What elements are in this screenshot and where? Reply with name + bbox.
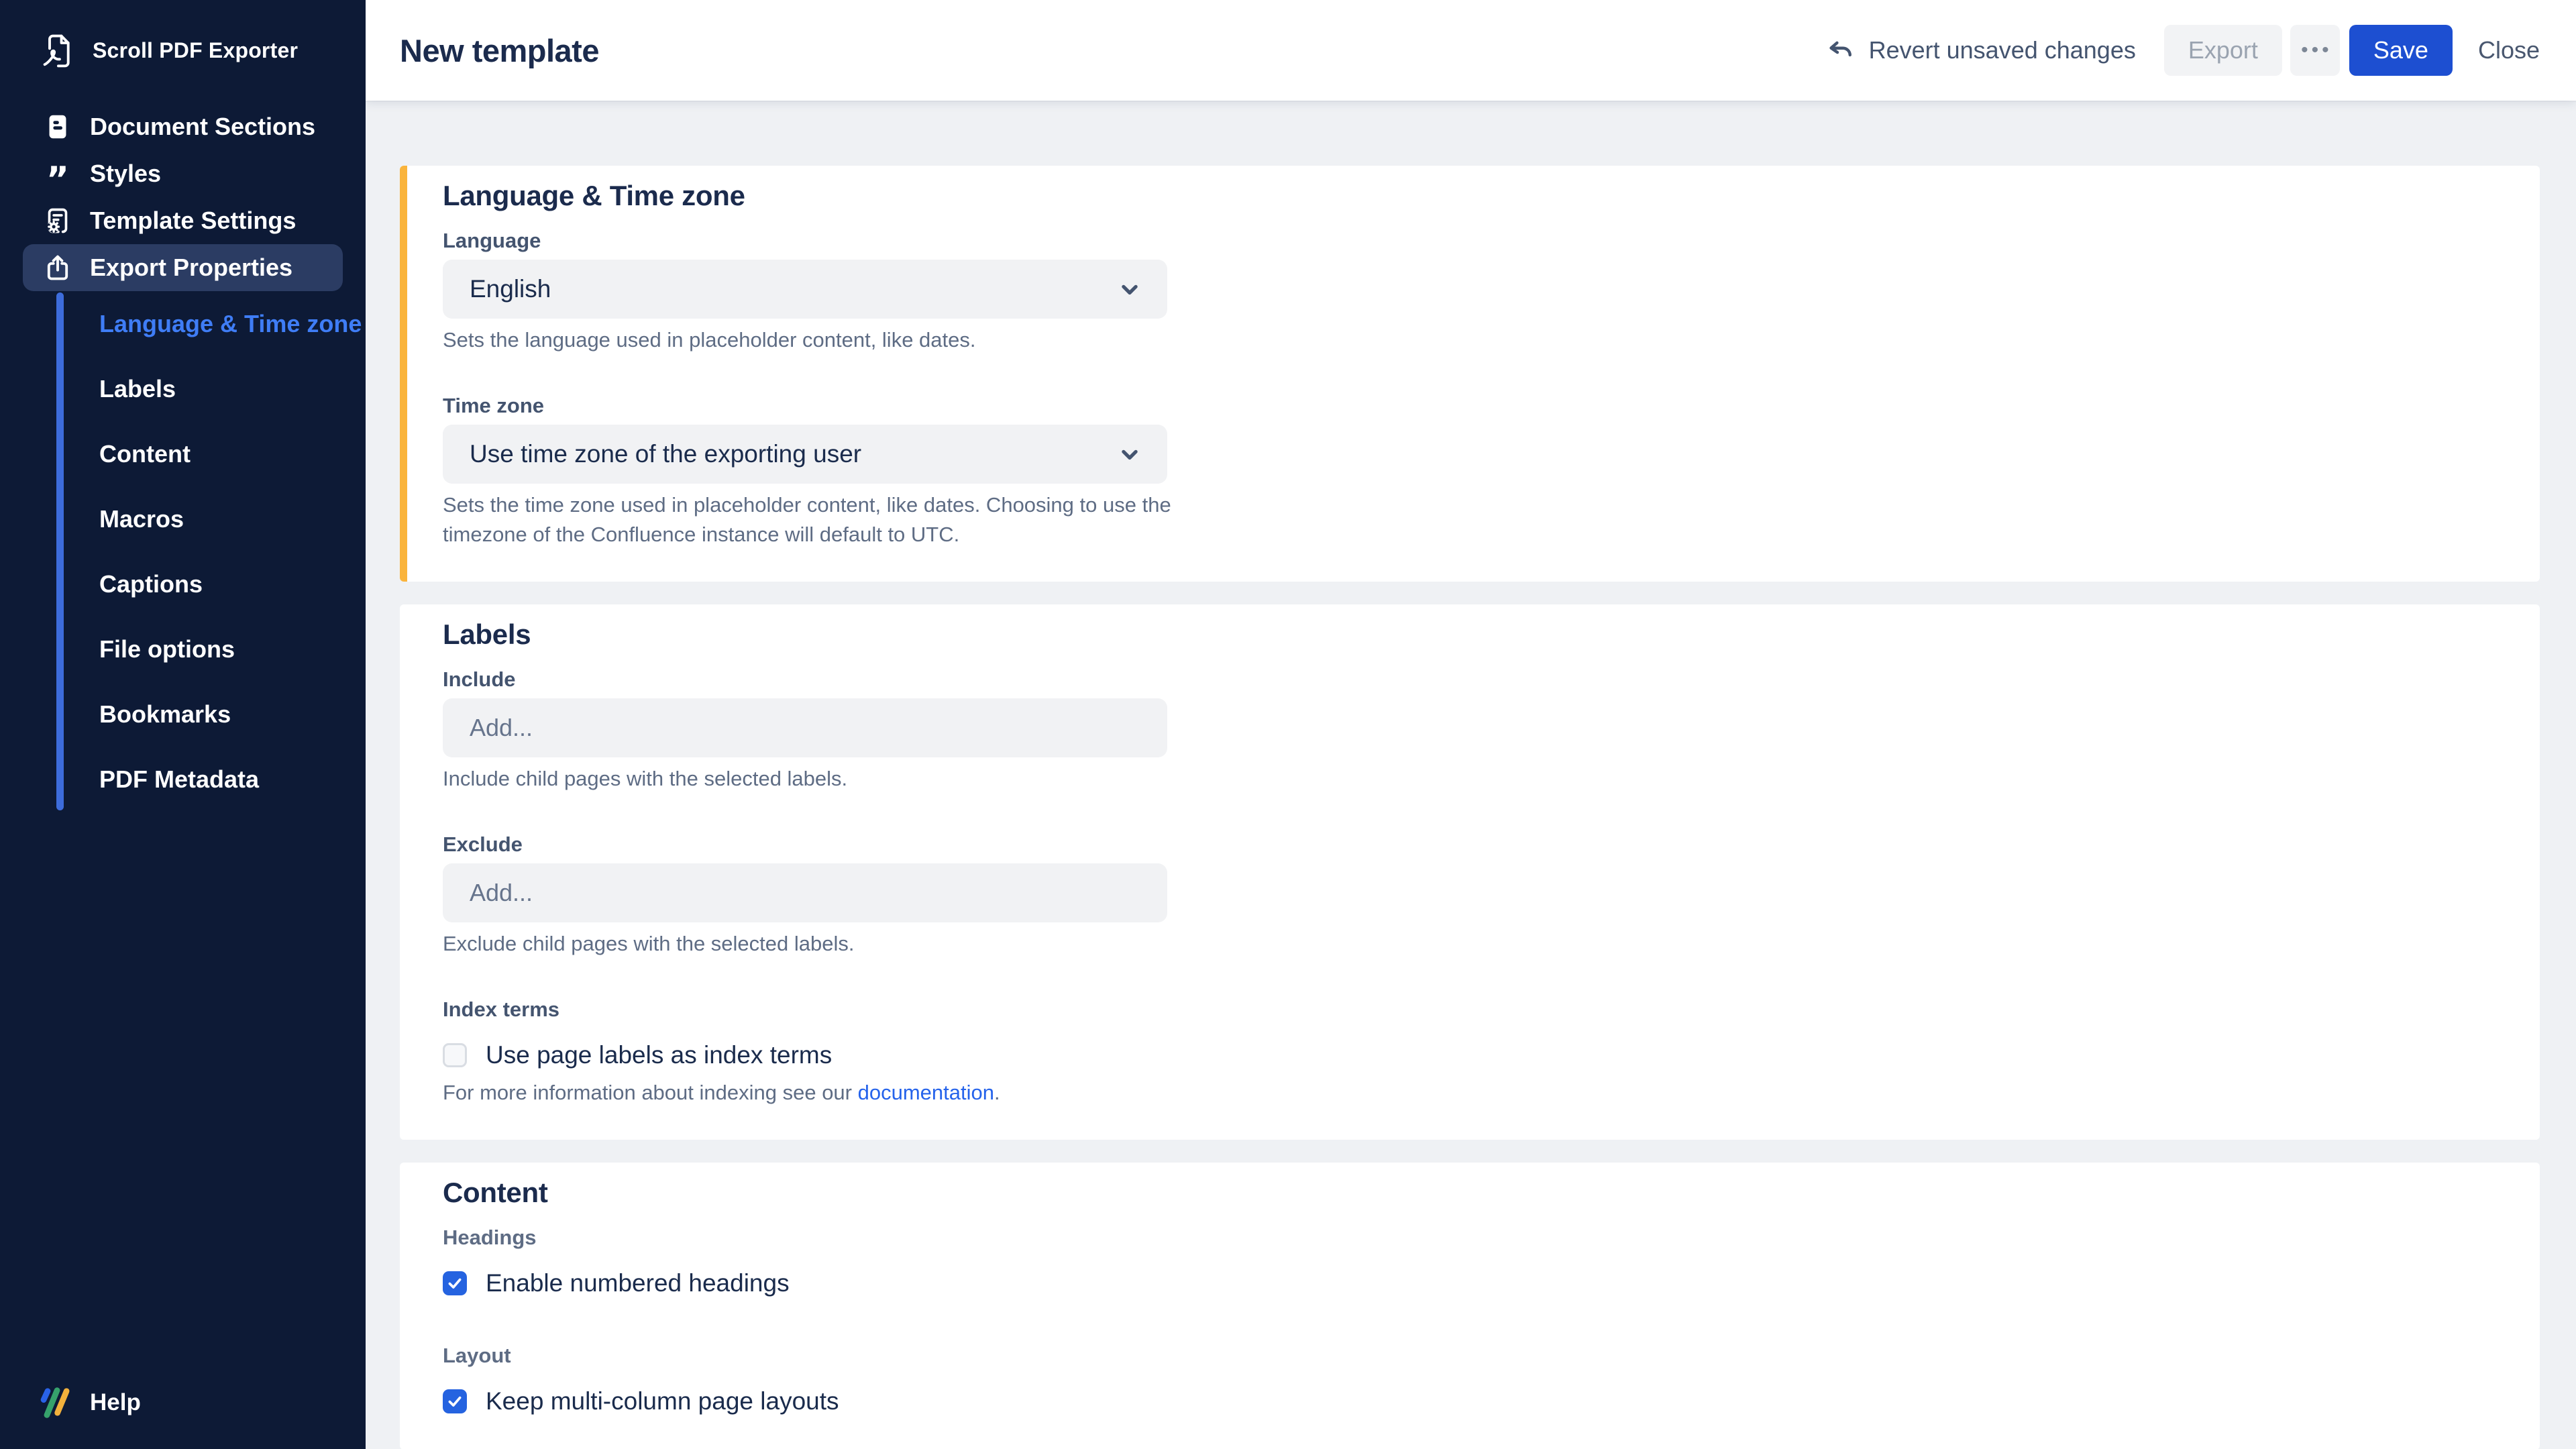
content-card: Content Headings Enable numbered heading… bbox=[400, 1163, 2540, 1449]
more-actions-button[interactable]: ••• bbox=[2290, 25, 2340, 76]
multi-column-checkbox-label: Keep multi-column page layouts bbox=[486, 1385, 839, 1417]
subnav-item-file-options[interactable]: File options bbox=[0, 616, 366, 682]
exclude-labels-input[interactable] bbox=[443, 863, 1167, 922]
exclude-label: Exclude bbox=[443, 831, 2497, 858]
subnav-item-bookmarks[interactable]: Bookmarks bbox=[0, 682, 366, 747]
timezone-group: Time zone Use time zone of the exporting… bbox=[443, 392, 2497, 549]
include-label: Include bbox=[443, 666, 2497, 693]
index-terms-group: Index terms Use page labels as index ter… bbox=[443, 996, 2497, 1108]
document-sections-icon bbox=[43, 112, 72, 142]
language-select[interactable]: English bbox=[443, 260, 1167, 319]
main-panel: New template Revert unsaved changes Expo… bbox=[366, 0, 2576, 1449]
card-title: Content bbox=[443, 1176, 2497, 1210]
revert-unsaved-changes-button[interactable]: Revert unsaved changes bbox=[1825, 35, 2136, 66]
multi-column-checkbox[interactable] bbox=[443, 1389, 467, 1413]
multi-column-row: Keep multi-column page layouts bbox=[443, 1385, 2497, 1417]
include-group: Include Include child pages with the sel… bbox=[443, 666, 2497, 794]
sidebar-item-styles[interactable]: ” Styles bbox=[0, 150, 366, 197]
language-timezone-card: Language & Time zone Language English Se… bbox=[400, 166, 2540, 582]
include-helper-text: Include child pages with the selected la… bbox=[443, 764, 1221, 794]
language-select-value: English bbox=[470, 275, 551, 303]
numbered-headings-checkbox[interactable] bbox=[443, 1271, 467, 1295]
headings-group: Headings Enable numbered headings bbox=[443, 1224, 2497, 1299]
undo-icon bbox=[1825, 35, 1856, 66]
app-logo-row: Scroll PDF Exporter bbox=[0, 0, 366, 70]
sidebar-item-label: Document Sections bbox=[90, 113, 315, 141]
save-button[interactable]: Save bbox=[2349, 25, 2453, 76]
index-terms-helper-text: For more information about indexing see … bbox=[443, 1078, 1221, 1108]
card-title: Language & Time zone bbox=[443, 179, 2497, 213]
header-actions: Revert unsaved changes Export ••• Save C… bbox=[1825, 25, 2540, 76]
app-root: Scroll PDF Exporter Document Sections ” … bbox=[0, 0, 2576, 1449]
sidebar: Scroll PDF Exporter Document Sections ” … bbox=[0, 0, 366, 1449]
export-button[interactable]: Export bbox=[2164, 25, 2282, 76]
revert-label: Revert unsaved changes bbox=[1869, 36, 2136, 64]
index-terms-label: Index terms bbox=[443, 996, 2497, 1023]
editor-header: New template Revert unsaved changes Expo… bbox=[366, 0, 2576, 101]
close-button[interactable]: Close bbox=[2478, 36, 2540, 64]
timezone-label: Time zone bbox=[443, 392, 2497, 419]
exclude-group: Exclude Exclude child pages with the sel… bbox=[443, 831, 2497, 959]
template-settings-icon bbox=[43, 206, 72, 235]
subnav-item-content[interactable]: Content bbox=[0, 421, 366, 486]
sidebar-item-document-sections[interactable]: Document Sections bbox=[0, 103, 366, 150]
sidebar-item-label: Export Properties bbox=[90, 254, 292, 282]
sidebar-item-export-properties[interactable]: Export Properties bbox=[23, 244, 343, 291]
settings-scroll-area: Language & Time zone Language English Se… bbox=[366, 101, 2576, 1449]
timezone-select-value: Use time zone of the exporting user bbox=[470, 440, 861, 468]
timezone-helper-text: Sets the time zone used in placeholder c… bbox=[443, 490, 1221, 549]
app-title: Scroll PDF Exporter bbox=[93, 38, 298, 63]
documentation-link[interactable]: documentation bbox=[858, 1081, 994, 1104]
pdf-file-icon bbox=[42, 31, 74, 70]
subnav-item-language-timezone[interactable]: Language & Time zone bbox=[0, 291, 366, 356]
subnav-item-labels[interactable]: Labels bbox=[0, 356, 366, 421]
numbered-headings-row: Enable numbered headings bbox=[443, 1267, 2497, 1299]
card-title: Labels bbox=[443, 618, 2497, 651]
check-icon bbox=[446, 1393, 464, 1410]
chevron-down-icon bbox=[1115, 439, 1144, 469]
sidebar-item-template-settings[interactable]: Template Settings bbox=[0, 197, 366, 244]
export-properties-subnav: Language & Time zone Labels Content Macr… bbox=[0, 291, 366, 812]
index-helper-suffix: . bbox=[994, 1081, 1000, 1104]
index-terms-checkbox-row: Use page labels as index terms bbox=[443, 1039, 2497, 1071]
check-icon bbox=[446, 1275, 464, 1292]
timezone-select[interactable]: Use time zone of the exporting user bbox=[443, 425, 1167, 484]
include-labels-input[interactable] bbox=[443, 698, 1167, 757]
language-label: Language bbox=[443, 227, 2497, 254]
language-group: Language English Sets the language used … bbox=[443, 227, 2497, 355]
labels-card: Labels Include Include child pages with … bbox=[400, 604, 2540, 1140]
sidebar-item-label: Styles bbox=[90, 160, 161, 188]
language-helper-text: Sets the language used in placeholder co… bbox=[443, 325, 1221, 355]
exclude-helper-text: Exclude child pages with the selected la… bbox=[443, 929, 1221, 959]
subnav-item-captions[interactable]: Captions bbox=[0, 551, 366, 616]
subnav-item-macros[interactable]: Macros bbox=[0, 486, 366, 551]
sidebar-nav: Document Sections ” Styles bbox=[0, 103, 366, 812]
index-terms-checkbox[interactable] bbox=[443, 1043, 467, 1067]
help-button[interactable]: Help bbox=[0, 1387, 366, 1449]
export-icon bbox=[43, 253, 72, 282]
numbered-headings-checkbox-label: Enable numbered headings bbox=[486, 1267, 790, 1299]
help-label: Help bbox=[90, 1389, 141, 1416]
page-title: New template bbox=[400, 32, 599, 69]
layout-group: Layout Keep multi-column page layouts bbox=[443, 1342, 2497, 1417]
index-helper-prefix: For more information about indexing see … bbox=[443, 1081, 858, 1104]
subnav-active-rail bbox=[56, 292, 64, 810]
quote-icon: ” bbox=[43, 159, 72, 189]
layout-label: Layout bbox=[443, 1342, 2497, 1369]
headings-label: Headings bbox=[443, 1224, 2497, 1251]
chevron-down-icon bbox=[1115, 274, 1144, 304]
sidebar-item-label: Template Settings bbox=[90, 207, 296, 235]
subnav-item-pdf-metadata[interactable]: PDF Metadata bbox=[0, 747, 366, 812]
index-terms-checkbox-label: Use page labels as index terms bbox=[486, 1039, 832, 1071]
help-logo-icon bbox=[39, 1387, 74, 1418]
